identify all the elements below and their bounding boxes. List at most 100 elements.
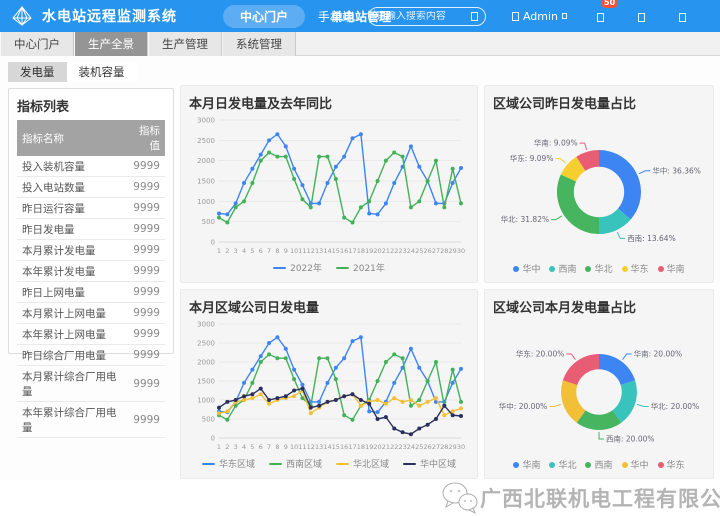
app-logo-icon xyxy=(10,4,34,28)
svg-text:西南: 20.00%: 西南: 20.00% xyxy=(606,434,655,444)
subtab-installed-capacity[interactable]: 装机容量 xyxy=(67,62,137,82)
sub-tabbar: 发电量 装机容量 xyxy=(8,62,137,82)
svg-text:西南: 13.64%: 西南: 13.64% xyxy=(627,233,676,243)
logout-icon xyxy=(679,13,686,22)
svg-text:2000: 2000 xyxy=(197,157,215,165)
main-tabbar: 中心门户 生产全景 生产管理 系统管理 xyxy=(0,32,720,56)
svg-text:1500: 1500 xyxy=(197,178,215,186)
company-watermark-text: 广西北联机电工程有限公司 xyxy=(480,483,720,513)
table-row: 本年累计上网电量9999 xyxy=(17,324,165,345)
daily-generation-yoy-title: 本月日发电量及去年同比 xyxy=(189,93,469,112)
svg-text:17: 17 xyxy=(348,247,356,255)
table-row: 本年累计综合厂用电量9999 xyxy=(17,402,165,438)
table-row: 本月累计发电量9999 xyxy=(17,240,165,261)
month-share-donut[interactable]: 华南: 20.00% 华北: 20.00% 西南: 20.00% 华中: 20.00%… xyxy=(493,318,705,471)
svg-text:6: 6 xyxy=(259,247,263,255)
svg-text:3: 3 xyxy=(234,443,238,451)
month-share-title: 区域公司本月发电量占比 xyxy=(493,297,705,316)
svg-text:12: 12 xyxy=(307,247,315,255)
svg-text:15: 15 xyxy=(332,443,340,451)
svg-text:2000: 2000 xyxy=(197,359,215,367)
notifications-button[interactable]: 50 xyxy=(597,7,604,26)
logout-button[interactable] xyxy=(679,7,686,26)
svg-text:3000: 3000 xyxy=(197,117,215,125)
svg-text:5: 5 xyxy=(250,443,254,451)
table-row: 本月累计上网电量9999 xyxy=(17,303,165,324)
bell-icon xyxy=(597,13,604,22)
svg-text:21: 21 xyxy=(382,443,390,451)
regional-daily-generation-card: 本月区域公司日发电量 05001000150020002500300012345… xyxy=(180,289,478,479)
svg-text:华南: 20.00%: 华南: 20.00% xyxy=(634,348,683,358)
app-title: 水电站远程监测系统 xyxy=(42,6,177,26)
svg-text:6: 6 xyxy=(259,443,263,451)
tab-center-portal[interactable]: 中心门户 xyxy=(0,32,74,56)
search-box[interactable] xyxy=(368,7,486,26)
mobile-link[interactable]: 手机端 xyxy=(318,8,354,25)
table-row: 本年累计发电量9999 xyxy=(17,261,165,282)
svg-text:0: 0 xyxy=(211,435,215,443)
svg-text:12: 12 xyxy=(307,443,315,451)
table-row: 本月累计综合厂用电量9999 xyxy=(17,366,165,402)
svg-text:1: 1 xyxy=(217,247,221,255)
tab-production-mgmt[interactable]: 生产管理 xyxy=(148,32,222,56)
regional-daily-generation-chart[interactable]: 0500100015002000250030001234567891011121… xyxy=(189,318,469,470)
svg-text:29: 29 xyxy=(449,247,457,255)
regional-daily-generation-title: 本月区域公司日发电量 xyxy=(189,297,469,316)
table-row: 昨日发电量9999 xyxy=(17,219,165,240)
nav-center-portal[interactable]: 中心门户 xyxy=(223,5,305,28)
user-name: Admin xyxy=(523,10,558,23)
tab-system-mgmt[interactable]: 系统管理 xyxy=(222,32,296,56)
user-menu[interactable]: Admin xyxy=(512,10,567,23)
svg-text:8: 8 xyxy=(275,247,279,255)
search-input[interactable] xyxy=(376,11,471,22)
svg-text:24: 24 xyxy=(407,247,415,255)
company-watermark: 广西北联机电工程有限公司 xyxy=(440,480,720,516)
svg-text:29: 29 xyxy=(449,443,457,451)
chart-legend[interactable]: 华东区域西南区域华北区域华中区域 xyxy=(202,457,456,470)
search-icon[interactable] xyxy=(471,12,478,21)
svg-text:4: 4 xyxy=(242,247,246,255)
svg-text:25: 25 xyxy=(415,443,423,451)
fullscreen-icon xyxy=(638,13,645,22)
fullscreen-button[interactable] xyxy=(638,7,645,26)
svg-text:500: 500 xyxy=(202,416,215,424)
svg-text:30: 30 xyxy=(457,247,465,255)
svg-text:23: 23 xyxy=(398,443,406,451)
tab-production-overview[interactable]: 生产全景 xyxy=(74,32,148,56)
yesterday-share-title: 区域公司昨日发电量占比 xyxy=(493,93,705,112)
svg-text:17: 17 xyxy=(348,443,356,451)
svg-text:2500: 2500 xyxy=(197,137,215,145)
yesterday-share-donut[interactable]: 华中: 36.36%西南: 13.64%华北: 31.82%华东: 9.09%华… xyxy=(493,114,705,275)
daily-generation-yoy-chart[interactable]: 0500100015002000250030001234567891011121… xyxy=(189,114,469,274)
svg-text:21: 21 xyxy=(382,247,390,255)
svg-text:7: 7 xyxy=(267,247,271,255)
chart-legend[interactable]: 2022年2021年 xyxy=(273,261,385,274)
svg-text:28: 28 xyxy=(440,443,448,451)
svg-text:25: 25 xyxy=(415,247,423,255)
company-logo-icon xyxy=(440,480,480,516)
notification-badge: 50 xyxy=(601,0,618,8)
subtab-generation[interactable]: 发电量 xyxy=(8,62,67,82)
svg-text:华东: 20.00%: 华东: 20.00% xyxy=(516,348,565,358)
chart-legend[interactable]: 华中西南华北华东华南 xyxy=(513,262,684,275)
svg-text:20: 20 xyxy=(373,443,381,451)
table-row: 昨日上网电量9999 xyxy=(17,282,165,303)
svg-text:华北: 20.00%: 华北: 20.00% xyxy=(651,401,700,411)
svg-text:1000: 1000 xyxy=(197,198,215,206)
daily-generation-yoy-card: 本月日发电量及去年同比 0500100015002000250030001234… xyxy=(180,85,478,283)
svg-text:华南: 9.09%: 华南: 9.09% xyxy=(534,138,578,148)
svg-text:30: 30 xyxy=(457,443,465,451)
svg-text:8: 8 xyxy=(275,443,279,451)
svg-text:26: 26 xyxy=(423,443,431,451)
top-header: 水电站远程监测系统 中心门户 单电站管理 手机端 Admin 50 xyxy=(0,0,720,32)
chart-legend[interactable]: 华南华北西南华中华东 xyxy=(513,458,684,471)
svg-text:华中: 20.00%: 华中: 20.00% xyxy=(499,401,548,411)
indicator-table: 指标名称 指标值 投入装机容量9999投入电站数量9999昨日运行容量9999昨… xyxy=(17,120,165,438)
svg-text:3: 3 xyxy=(234,247,238,255)
yesterday-share-card: 区域公司昨日发电量占比 华中: 36.36%西南: 13.64%华北: 31.8… xyxy=(484,85,714,283)
svg-text:23: 23 xyxy=(398,247,406,255)
svg-text:27: 27 xyxy=(432,443,440,451)
svg-text:11: 11 xyxy=(298,443,306,451)
svg-text:500: 500 xyxy=(202,218,215,226)
svg-text:1: 1 xyxy=(217,443,221,451)
